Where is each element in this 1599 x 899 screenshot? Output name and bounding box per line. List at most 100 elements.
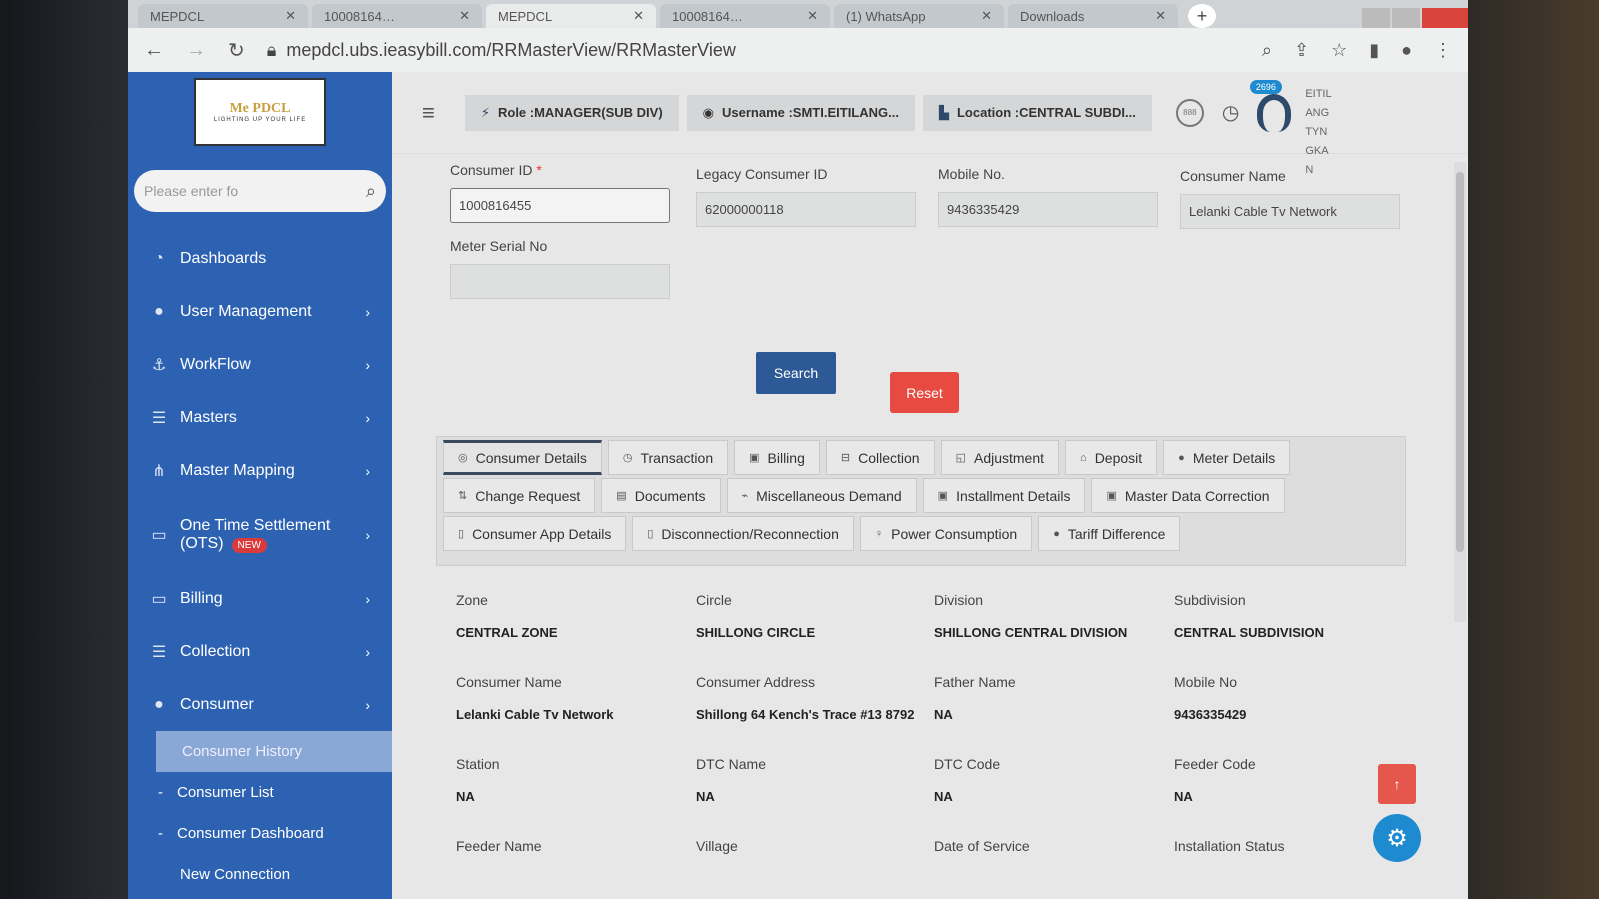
tab-deposit[interactable]: ⌂ Deposit <box>1065 440 1158 475</box>
tab-master-data-correction[interactable]: ▣ Master Data Correction <box>1091 478 1285 513</box>
close-icon[interactable]: ✕ <box>981 8 992 24</box>
tab-label: Disconnection/Reconnection <box>661 525 839 542</box>
chevron-right-icon: › <box>365 356 370 373</box>
sidebar-item-ots[interactable]: ▭ One Time Settlement (OTS) NEW › <box>128 497 392 572</box>
tab-documents[interactable]: ▤ Documents <box>601 478 721 513</box>
sidebar-item-dashboards[interactable]: ◔ Dashboards <box>128 232 392 285</box>
sidebar-item-workflow[interactable]: ⚓︎ WorkFlow › <box>128 338 392 391</box>
sidebar-search-input[interactable]: Please enter fo ⌕ <box>134 170 386 212</box>
minimize-button[interactable] <box>1362 8 1390 28</box>
browser-tab[interactable]: (1) WhatsApp ✕ <box>834 4 1004 28</box>
sidepanel-icon[interactable]: ▮ <box>1369 40 1379 61</box>
detail-row: Station NA DTC Name NA DTC Code NA Feeder Code… <box>456 756 1416 808</box>
detail-label: Zone <box>456 592 488 608</box>
tab-adjustment[interactable]: ◱ Adjustment <box>940 440 1060 475</box>
close-icon[interactable]: ✕ <box>285 8 296 24</box>
chevron-right-icon: › <box>365 303 370 320</box>
tab-tariff-difference[interactable]: ● Tariff Difference <box>1038 516 1181 551</box>
close-icon[interactable]: ✕ <box>1155 8 1166 24</box>
tab-consumer-details[interactable]: ◎ Consumer Details <box>443 440 602 475</box>
meter-serial-input[interactable] <box>450 264 670 299</box>
sidebar-item-billing[interactable]: ▭ Billing › <box>128 572 392 625</box>
browser-window: MEPDCL ✕ 10008164… ✕ MEPDCL ✕ 10008164… ✕ (1… <box>128 0 1468 899</box>
search-button[interactable]: Search <box>756 352 836 394</box>
search-icon[interactable]: ⌕ <box>366 181 376 202</box>
detail-value: 9436335429 <box>1174 707 1247 722</box>
consumer-id-field: Consumer ID * 1000816455 <box>450 162 670 223</box>
browser-tab[interactable]: 10008164… ✕ <box>660 4 830 28</box>
close-icon[interactable]: ✕ <box>807 8 818 24</box>
sidebar-item-collection[interactable]: ☰ Collection › <box>128 625 392 678</box>
back-icon[interactable]: ← <box>144 39 164 62</box>
tab-miscellaneous-demand[interactable]: ⌁ Miscellaneous Demand <box>726 478 917 513</box>
tab-icon: ▯ <box>458 528 465 540</box>
sidebar-item-label: Billing <box>180 589 223 607</box>
sidebar-item-label: Collection <box>180 642 251 660</box>
close-icon[interactable]: ✕ <box>633 8 644 24</box>
browser-tab[interactable]: Downloads ✕ <box>1008 4 1178 28</box>
zoom-icon[interactable]: ⌕ <box>1262 40 1272 61</box>
sidebar-subitem-consumer-history[interactable]: Consumer History <box>156 731 392 772</box>
url-field[interactable]: 🔒︎ mepdcl.ubs.ieasybill.com/RRMasterView/… <box>267 40 1240 61</box>
forward-icon[interactable]: → <box>186 39 206 62</box>
tab-icon: ▣ <box>749 452 760 464</box>
detail-field: Subdivision CENTRAL SUBDIVISION <box>1174 592 1414 644</box>
tab-collection[interactable]: ⊟ Collection <box>825 440 935 475</box>
maximize-button[interactable] <box>1392 8 1420 28</box>
subitem-label: Consumer Dashboard <box>177 825 324 842</box>
tab-installment-details[interactable]: ▣ Installment Details <box>922 478 1086 513</box>
tab-label: Tariff Difference <box>1067 525 1166 542</box>
new-tab-button[interactable]: + <box>1188 4 1216 28</box>
tab-label: Deposit <box>1094 449 1143 466</box>
bookmark-star-icon[interactable]: ☆ <box>1331 40 1347 61</box>
legacy-id-input[interactable]: 62000000118 <box>696 192 916 227</box>
profile-icon[interactable]: ● <box>1401 40 1412 61</box>
scroll-to-top-button[interactable]: ↑ <box>1378 764 1416 804</box>
tab-title: Downloads <box>1020 8 1085 24</box>
close-window-button[interactable] <box>1422 8 1468 28</box>
tab-meter-details[interactable]: ● Meter Details <box>1163 440 1291 475</box>
list-icon: ☰ <box>151 643 167 661</box>
reload-icon[interactable]: ↻ <box>228 38 245 63</box>
mobile-field: Mobile No. 9436335429 <box>938 166 1158 227</box>
mobile-input[interactable]: 9436335429 <box>938 192 1158 227</box>
settings-gear-button[interactable]: ⚙ <box>1373 814 1421 862</box>
clock-notification-icon[interactable]: ◷ 2696 <box>1222 80 1282 125</box>
detail-label: DTC Name <box>696 756 767 772</box>
avatar[interactable] <box>1257 93 1292 132</box>
consumer-id-input[interactable]: 1000816455 <box>450 188 670 223</box>
browser-tab[interactable]: MEPDCL ✕ <box>138 4 308 28</box>
scrollbar[interactable] <box>1454 162 1466 622</box>
sidebar-item-master-mapping[interactable]: ⋔ Master Mapping › <box>128 444 392 497</box>
sidebar-subitem-consumer-list[interactable]: - Consumer List <box>128 772 392 813</box>
tab-icon: ⇅ <box>458 490 468 502</box>
hamburger-menu-icon[interactable]: ≡ <box>422 100 435 126</box>
mepdcl-logo[interactable]: Me PDCL LIGHTING UP YOUR LIFE <box>194 78 326 146</box>
reset-button[interactable]: Reset <box>890 372 959 413</box>
sidebar-item-masters[interactable]: ☰ Masters › <box>128 391 392 444</box>
field-label: Consumer ID <box>450 162 533 178</box>
detail-label: Village <box>696 838 738 854</box>
menu-icon[interactable]: ⋮ <box>1434 40 1452 61</box>
address-bar-row: ← → ↻ 🔒︎ mepdcl.ubs.ieasybill.com/RRMaste… <box>128 28 1468 72</box>
tab-row: ◎ Consumer Details ◷ Transaction ▣ Billing ⊟ Co… <box>443 437 1405 475</box>
tab-power-consumption[interactable]: ♀ Power Consumption <box>859 516 1033 551</box>
tab-icon: ▣ <box>937 490 949 502</box>
tab-billing[interactable]: ▣ Billing <box>734 440 820 475</box>
close-icon[interactable]: ✕ <box>459 8 470 24</box>
browser-tab-active[interactable]: MEPDCL ✕ <box>486 4 656 28</box>
tab-transaction[interactable]: ◷ Transaction <box>607 440 729 475</box>
tab-change-request[interactable]: ⇅ Change Request <box>443 478 596 513</box>
sidebar-item-user-management[interactable]: ● User Management › <box>128 285 392 338</box>
badge-888-icon[interactable]: 888 <box>1175 98 1204 127</box>
tab-disconnection-reconnection[interactable]: ▯ Disconnection/Reconnection <box>632 516 854 551</box>
browser-tab[interactable]: 10008164… ✕ <box>312 4 482 28</box>
tab-consumer-app-details[interactable]: ▯ Consumer App Details <box>443 516 627 551</box>
consumer-name-input[interactable]: Lelanki Cable Tv Network <box>1180 194 1400 229</box>
detail-tabs: ◎ Consumer Details ◷ Transaction ▣ Billing ⊟ Co… <box>436 436 1406 566</box>
share-icon[interactable]: ⇪ <box>1294 40 1309 61</box>
building-icon: ▙ <box>938 104 949 120</box>
sidebar-subitem-consumer-dashboard[interactable]: - Consumer Dashboard <box>128 813 392 854</box>
sidebar-subitem-new-connection[interactable]: New Connection <box>128 854 392 895</box>
sidebar-item-consumer[interactable]: ● Consumer › <box>128 678 392 731</box>
